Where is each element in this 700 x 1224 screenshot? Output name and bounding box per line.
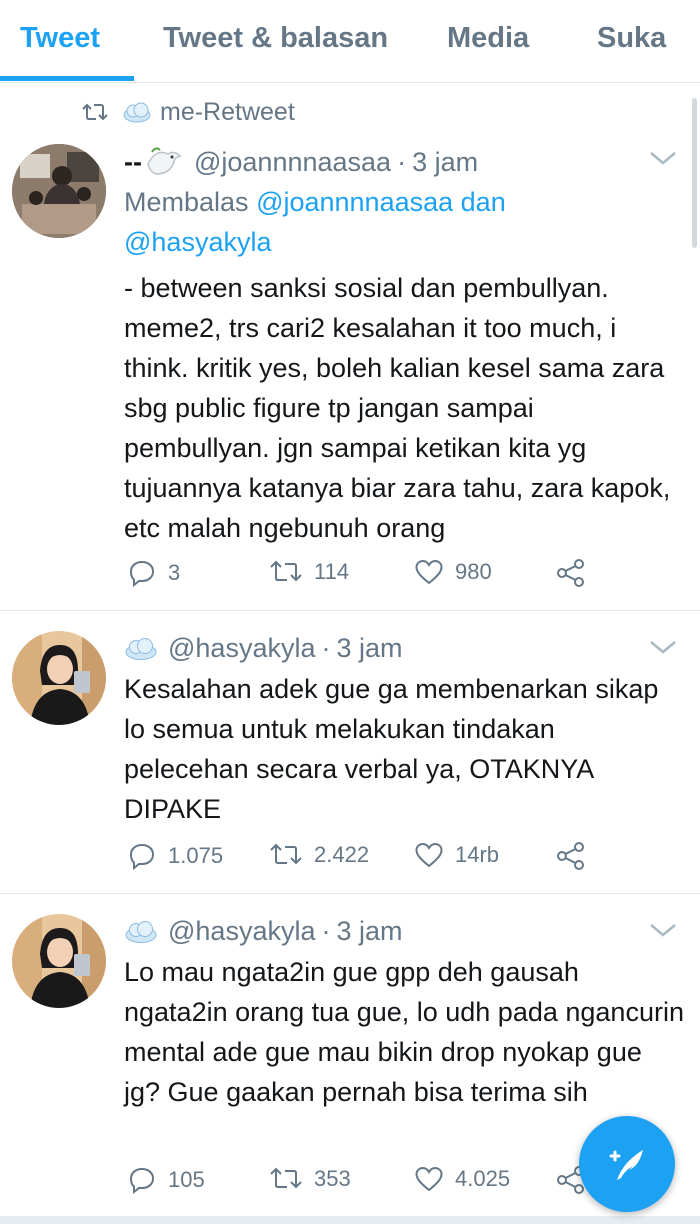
heart-icon	[415, 1166, 443, 1192]
reply-count: 105	[168, 1167, 205, 1192]
scrollbar[interactable]	[692, 98, 697, 248]
like-count: 980	[455, 559, 492, 584]
like-button[interactable]: 14rb	[415, 842, 499, 868]
tweet-actions: 1.075 2.422 14rb	[124, 842, 594, 876]
retweet-button[interactable]: 114	[270, 559, 349, 585]
active-tab-indicator	[0, 76, 134, 81]
tab-likes[interactable]: Suka	[597, 22, 666, 55]
dove-emoji	[147, 147, 182, 175]
retweet-icon	[82, 103, 108, 121]
reply-icon	[129, 560, 155, 587]
tweet-actions: 3 114 980	[124, 559, 594, 593]
retweet-button[interactable]: 353	[270, 1166, 351, 1192]
share-button[interactable]	[556, 559, 586, 587]
avatar[interactable]	[12, 631, 106, 725]
avatar[interactable]	[12, 144, 106, 238]
tweet-text: Lo mau ngata2in gue gpp deh gausah ngata…	[124, 957, 684, 1107]
reply-button[interactable]: 1.075	[128, 842, 223, 870]
heart-icon	[415, 559, 443, 585]
tweet-text: Kesalahan adek gue ga membenarkan sikap …	[124, 674, 659, 824]
like-count: 14rb	[455, 842, 500, 867]
bottom-strip	[0, 1216, 700, 1224]
cloud-emoji	[125, 637, 157, 660]
avatar[interactable]	[12, 914, 106, 1008]
tab-tweet-and-replies[interactable]: Tweet & balasan	[163, 22, 388, 55]
handle[interactable]: @hasyakyla	[168, 916, 315, 947]
tweet-header: -- @joannnnaasaa · 3 jam	[124, 144, 478, 180]
share-icon	[557, 842, 584, 870]
chevron-down-icon[interactable]	[648, 148, 678, 168]
handle[interactable]: @joannnnaasaa	[194, 147, 391, 178]
profile-tabs: Tweet Tweet & balasan Media Suka	[0, 0, 700, 83]
chevron-down-icon[interactable]	[648, 637, 678, 657]
chevron-down-icon[interactable]	[648, 920, 678, 940]
like-button[interactable]: 4.025	[415, 1166, 510, 1192]
tweet-actions: 105 353 4.025	[124, 1166, 594, 1200]
display-name: --	[124, 146, 142, 177]
tab-tweet[interactable]: Tweet	[20, 22, 100, 55]
retweet-button[interactable]: 2.422	[270, 842, 369, 868]
reply-mention[interactable]: @hasyakyla	[124, 227, 271, 257]
reply-button[interactable]: 3	[128, 559, 180, 587]
like-count: 4.025	[455, 1166, 511, 1191]
divider	[0, 893, 700, 894]
handle[interactable]: @hasyakyla	[168, 633, 315, 664]
reply-icon	[129, 1167, 155, 1194]
tweet-text: - between sanksi sosial dan pembullyan. …	[124, 273, 671, 543]
reply-count: 3	[168, 560, 181, 585]
like-button[interactable]: 980	[415, 559, 492, 585]
reply-context: Membalas @joannnnaasaa dan @hasyakyla	[124, 182, 644, 262]
compose-tweet-icon	[609, 1150, 643, 1180]
retweet-count: 353	[314, 1166, 351, 1191]
retweet-context: me-Retweet	[82, 96, 295, 128]
tweet-header: @hasyakyla · 3 jam	[124, 916, 403, 947]
retweet-label: me-Retweet	[160, 97, 295, 126]
retweet-icon	[270, 1167, 302, 1189]
compose-tweet-button[interactable]	[579, 1116, 675, 1212]
timestamp: 3 jam	[336, 633, 403, 663]
share-icon	[557, 559, 584, 587]
timestamp: 3 jam	[412, 146, 479, 177]
tab-media[interactable]: Media	[447, 22, 529, 55]
reply-mention[interactable]: @joannnnaasaa	[256, 187, 453, 217]
retweet-count: 114	[314, 559, 350, 584]
reply-conjunction: dan	[460, 187, 506, 217]
reply-button[interactable]: 105	[128, 1166, 205, 1194]
retweet-icon	[270, 560, 302, 582]
cloud-emoji	[123, 102, 151, 123]
retweet-count: 2.422	[314, 842, 370, 867]
tweet-header: @hasyakyla · 3 jam	[124, 633, 403, 664]
timestamp: 3 jam	[336, 916, 403, 946]
heart-icon	[415, 842, 443, 868]
reply-icon	[129, 843, 155, 870]
retweet-icon	[270, 843, 302, 865]
cloud-emoji	[125, 920, 157, 943]
divider	[0, 610, 700, 611]
reply-prefix: Membalas	[124, 187, 249, 217]
share-button[interactable]	[556, 842, 586, 870]
reply-count: 1.075	[168, 843, 224, 868]
